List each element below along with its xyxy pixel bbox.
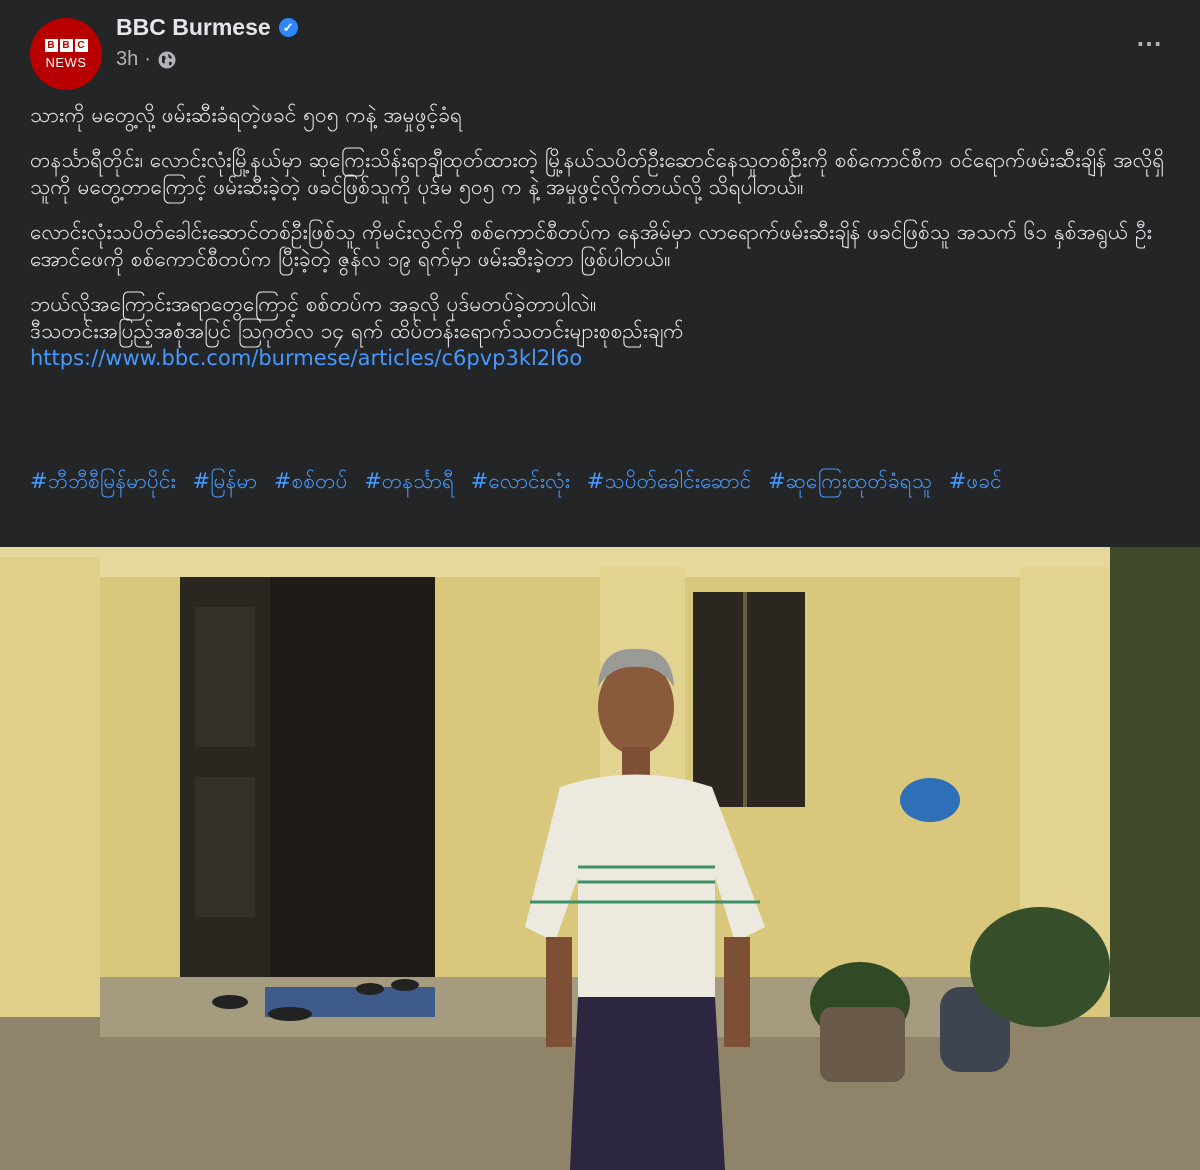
- post-meta: 3h ·: [116, 48, 177, 71]
- post-paragraph-3-line-1: ဘယ်လိုအကြောင်းအရာတွေကြောင့် စစ်တပ်က အခုလ…: [30, 292, 597, 316]
- article-link[interactable]: https://www.bbc.com/burmese/articles/c6p…: [30, 346, 582, 370]
- globe-icon: [158, 51, 176, 68]
- more-options-icon[interactable]: ⋯: [1136, 28, 1164, 59]
- logo-letter: C: [74, 38, 88, 52]
- post-paragraph-3-line-2: ဒီသတင်းအပြည့်အစုံအပြင် ဩဂုတ်လ ၁၄ ရက် ထိပ…: [30, 319, 684, 343]
- hashtag[interactable]: #တနင်္သာရီ: [364, 469, 454, 493]
- post-paragraph-1: တနင်္သာရီတိုင်း၊ လောင်းလုံးမြို့နယ်မှာ ဆ…: [30, 148, 1165, 199]
- post-timestamp[interactable]: 3h: [116, 48, 138, 71]
- page-name-link[interactable]: BBC Burmese: [116, 14, 271, 41]
- hashtag[interactable]: #သပိတ်ခေါင်းဆောင်: [587, 469, 752, 493]
- meta-separator: ·: [144, 48, 151, 70]
- bbc-logo-icon: B B C: [44, 38, 88, 52]
- hashtag[interactable]: #စစ်တပ်: [274, 469, 348, 493]
- window: [693, 592, 805, 807]
- post-text: သားကို မတွေ့လို့ ဖမ်းဆီးခံရတဲ့ဖခင် ၅၀၅ က…: [30, 102, 1170, 372]
- post-paragraph-2: လောင်းလုံးသပိတ်ခေါင်းဆောင်တစ်ဦးဖြစ်သူ ကိ…: [30, 220, 1152, 271]
- hashtag[interactable]: #ဖခင်: [949, 469, 1002, 493]
- news-label: NEWS: [45, 54, 87, 70]
- blue-pot: [900, 778, 960, 822]
- post-photo[interactable]: [0, 547, 1200, 1170]
- post-header: B B C NEWS BBC Burmese ✓ 3h · ⋯: [0, 0, 1200, 96]
- hashtag[interactable]: #ဘီဘီစီမြန်မာပိုင်း: [30, 469, 176, 493]
- hashtag[interactable]: #လောင်းလုံး: [471, 469, 570, 493]
- logo-letter: B: [59, 38, 73, 52]
- page-name-row: BBC Burmese ✓: [116, 14, 298, 41]
- pillar: [0, 557, 100, 1027]
- page-avatar[interactable]: B B C NEWS: [30, 18, 102, 90]
- hashtag[interactable]: #ဆုကြေးထုတ်ခံရသူ: [768, 469, 932, 493]
- verified-badge-icon: ✓: [278, 18, 298, 37]
- hashtag-list: #ဘီဘီစီမြန်မာပိုင်း #မြန်မာ #စစ်တပ် #တနင…: [30, 466, 1170, 496]
- hashtag[interactable]: #မြန်မာ: [193, 469, 258, 493]
- logo-letter: B: [44, 38, 58, 52]
- post-headline: သားကို မတွေ့လို့ ဖမ်းဆီးခံရတဲ့ဖခင် ၅၀၅ က…: [30, 103, 463, 127]
